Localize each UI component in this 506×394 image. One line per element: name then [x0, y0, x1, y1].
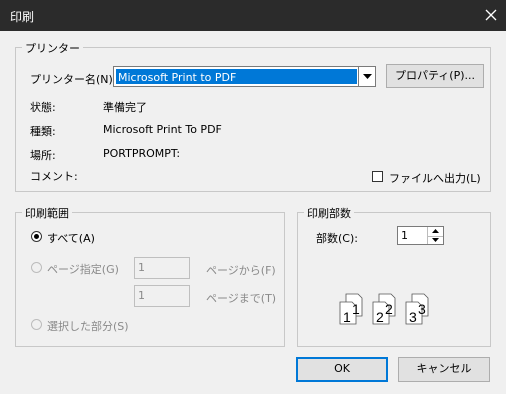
status-value: 準備完了: [103, 101, 147, 114]
chevron-up-icon: [432, 229, 439, 233]
properties-button[interactable]: プロパティ(P)...: [386, 64, 484, 88]
selection-radio[interactable]: [31, 319, 42, 330]
to-page-suffix: ページまで(T): [206, 292, 277, 305]
comment-label: コメント:: [30, 170, 78, 183]
collate-icon: 1 1 2 2 3 3: [339, 293, 429, 325]
all-pages-label[interactable]: すべて(A): [47, 230, 95, 246]
spin-down-button[interactable]: [428, 236, 443, 245]
to-page-input[interactable]: 1: [134, 285, 190, 307]
collate-number: 3: [409, 309, 417, 325]
from-page-suffix: ページから(F): [206, 264, 276, 277]
print-to-file-label[interactable]: ファイルへ出力(L): [389, 170, 481, 186]
copies-count-label: 部数(C):: [316, 232, 358, 245]
collate-number: 1: [343, 309, 351, 325]
where-label: 場所:: [30, 149, 56, 162]
print-range-group-label: 印刷範囲: [22, 205, 72, 221]
printer-name-label: プリンター名(N):: [30, 73, 117, 86]
collate-number: 1: [352, 301, 360, 317]
ok-button[interactable]: OK: [296, 357, 388, 382]
type-value: Microsoft Print To PDF: [103, 123, 222, 136]
printer-name-select[interactable]: Microsoft Print to PDF: [113, 66, 376, 87]
chevron-down-icon: [363, 74, 372, 79]
window-title: 印刷: [10, 10, 35, 24]
from-page-input[interactable]: 1: [134, 257, 190, 279]
copies-group-label: 印刷部数: [304, 205, 354, 221]
dropdown-arrow[interactable]: [358, 67, 375, 86]
all-pages-radio[interactable]: [31, 231, 42, 242]
status-label: 状態:: [30, 101, 56, 114]
chevron-down-icon: [432, 238, 439, 242]
close-button[interactable]: [476, 0, 506, 31]
page-range-radio[interactable]: [31, 262, 42, 273]
title-bar: 印刷: [0, 0, 506, 31]
collate-number: 2: [376, 309, 384, 325]
print-to-file-checkbox[interactable]: [372, 171, 383, 182]
copies-spinner[interactable]: 1: [397, 226, 444, 245]
collate-number: 2: [385, 301, 393, 317]
printer-group-label: プリンター: [22, 40, 83, 56]
cancel-button[interactable]: キャンセル: [398, 357, 490, 382]
close-icon: [485, 9, 497, 21]
page-range-label[interactable]: ページ指定(G): [47, 261, 119, 277]
printer-name-value: Microsoft Print to PDF: [116, 69, 357, 84]
selection-label[interactable]: 選択した部分(S): [47, 318, 129, 334]
where-value: PORTPROMPT:: [103, 147, 181, 160]
copies-count-value: 1: [401, 229, 408, 242]
collate-number: 3: [418, 301, 426, 317]
type-label: 種類:: [30, 125, 56, 138]
